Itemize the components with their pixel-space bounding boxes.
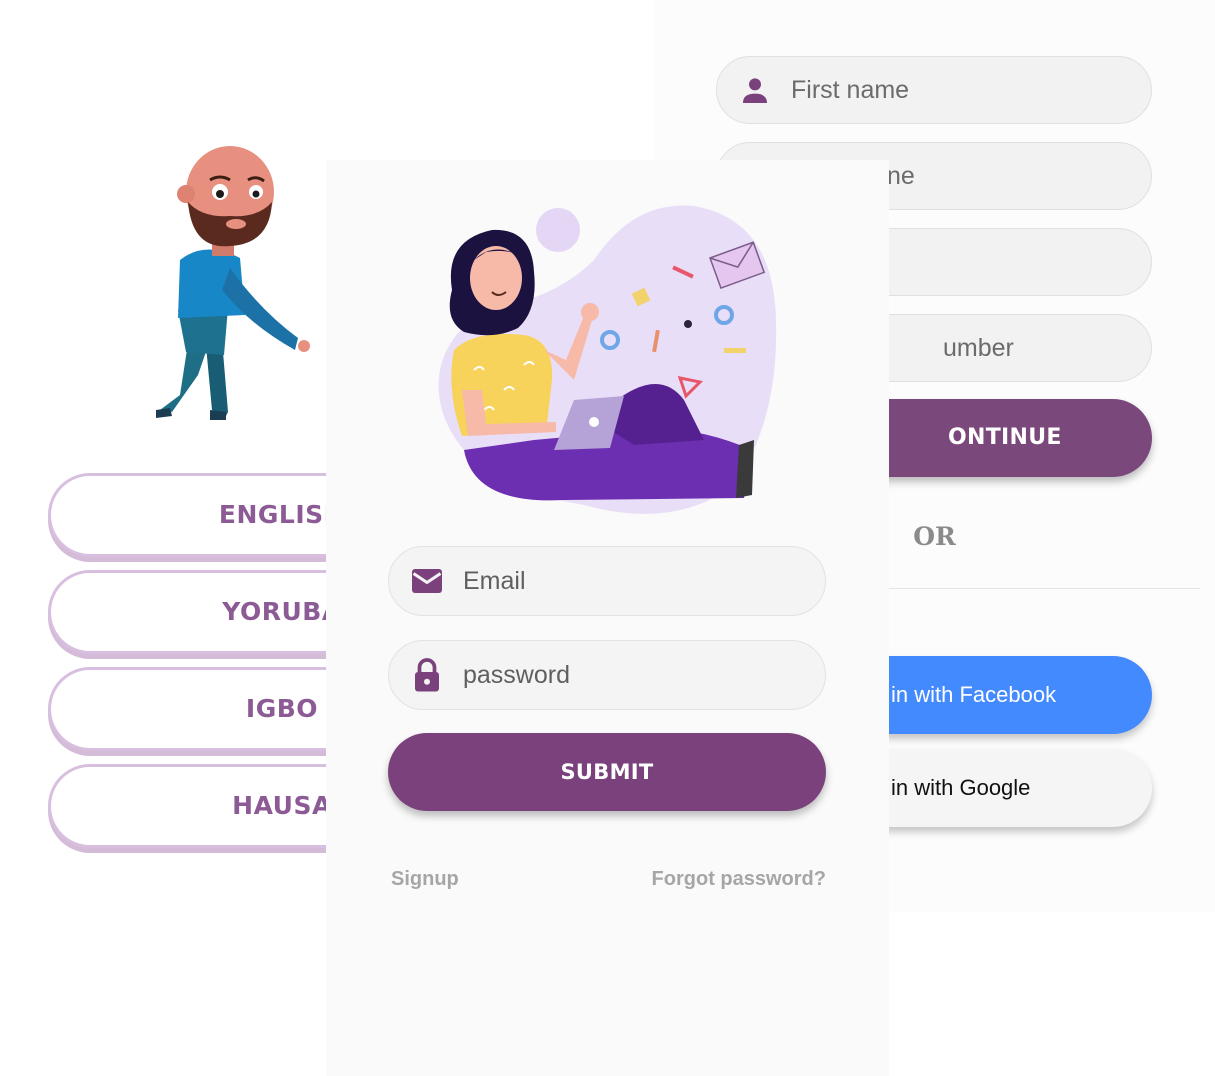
submit-label: SUBMIT <box>560 760 654 784</box>
email-placeholder: Email <box>463 567 526 595</box>
google-login-label: in with Google <box>891 775 1031 800</box>
phone-number-placeholder: umber <box>943 334 1014 362</box>
person-icon <box>743 78 767 103</box>
forgot-password-link[interactable]: Forgot password? <box>652 868 826 891</box>
lock-icon <box>415 658 439 692</box>
continue-label: ONTINUE <box>948 425 1062 450</box>
signup-link[interactable]: Signup <box>391 868 459 891</box>
bald-man-illustration <box>156 146 310 420</box>
language-screen: ENGLISH YORUBA IGBO HAUSA <box>0 0 608 1076</box>
password-field[interactable]: password <box>388 640 826 710</box>
login-screen: Email password SUBMIT Signup Forgot pass… <box>326 160 889 1076</box>
first-name-placeholder: First name <box>791 76 910 104</box>
last-name-placeholder: ne <box>887 162 915 190</box>
facebook-login-label: in with Facebook <box>891 682 1057 707</box>
woman-laptop-illustration <box>438 205 777 514</box>
password-placeholder: password <box>463 661 570 689</box>
mail-icon <box>412 569 442 593</box>
email-field[interactable]: Email <box>388 546 826 616</box>
first-name-field[interactable]: First name <box>716 56 1152 124</box>
submit-button[interactable]: SUBMIT <box>388 733 826 811</box>
divider-line <box>884 588 1200 589</box>
